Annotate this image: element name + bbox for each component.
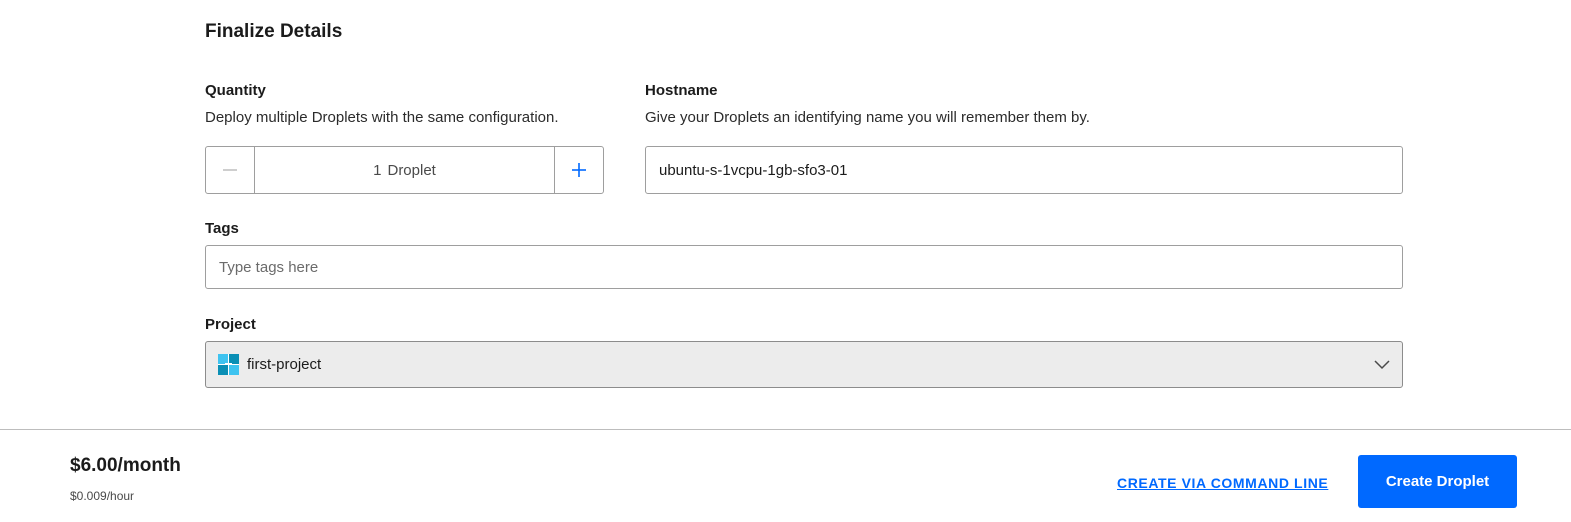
- quantity-stepper: 1 Droplet: [205, 146, 604, 194]
- quantity-unit: Droplet: [387, 161, 436, 179]
- project-selected-value: first-project: [247, 356, 322, 373]
- project-label: Project: [205, 316, 256, 333]
- hostname-label: Hostname: [645, 82, 718, 99]
- quantity-description: Deploy multiple Droplets with the same c…: [205, 109, 559, 126]
- project-select[interactable]: first-project: [205, 341, 1403, 388]
- chevron-down-icon: [1374, 359, 1390, 369]
- quantity-label: Quantity: [205, 82, 266, 99]
- hostname-description: Give your Droplets an identifying name y…: [645, 109, 1090, 126]
- tags-label: Tags: [205, 220, 239, 237]
- footer-bar: $6.00/month $0.009/hour CREATE VIA COMMA…: [0, 429, 1571, 522]
- tags-input[interactable]: [205, 245, 1403, 289]
- project-icon: [218, 354, 239, 375]
- hostname-input[interactable]: [645, 146, 1403, 194]
- price-per-hour: $0.009/hour: [70, 489, 135, 503]
- create-via-command-line-link[interactable]: CREATE VIA COMMAND LINE: [1117, 475, 1328, 491]
- finalize-details-page: Finalize Details Quantity Deploy multipl…: [0, 0, 1571, 522]
- create-droplet-button[interactable]: Create Droplet: [1358, 455, 1517, 508]
- quantity-count: 1: [373, 161, 382, 179]
- price-per-month: $6.00/month: [70, 455, 181, 476]
- decrement-button[interactable]: [206, 147, 255, 193]
- minus-icon: [223, 169, 237, 171]
- section-title: Finalize Details: [205, 21, 343, 42]
- plus-icon: [572, 163, 586, 177]
- increment-button[interactable]: [554, 147, 603, 193]
- quantity-value[interactable]: 1 Droplet: [255, 147, 554, 193]
